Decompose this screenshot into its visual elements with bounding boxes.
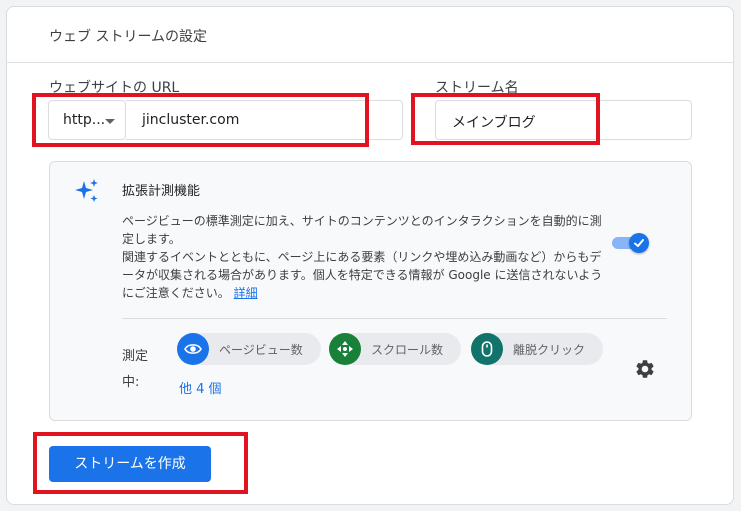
card-header: ウェブ ストリームの設定 — [7, 7, 733, 63]
chevron-down-icon — [105, 119, 115, 124]
protocol-select[interactable]: http... — [48, 100, 126, 140]
chip-label: 離脱クリック — [513, 343, 586, 357]
protocol-value: http... — [63, 112, 106, 128]
detail-link[interactable]: 詳細 — [234, 286, 258, 300]
measuring-label: 測定中: — [122, 349, 149, 390]
stream-name-input[interactable]: メインブログ — [435, 100, 692, 140]
chip-label: ページビュー数 — [219, 343, 303, 357]
sparkle-icon — [75, 179, 98, 202]
url-value: jincluster.com — [142, 112, 240, 128]
chip-page-views: ページビュー数 — [177, 333, 321, 365]
mouse-icon — [471, 333, 503, 365]
chip-scrolls: スクロール数 — [329, 333, 461, 365]
divider — [122, 318, 667, 319]
enhanced-measurement-toggle[interactable] — [612, 233, 650, 253]
stream-name-value: メインブログ — [452, 115, 536, 131]
eye-icon — [177, 333, 209, 365]
toggle-knob — [629, 233, 649, 253]
check-icon — [634, 239, 644, 247]
url-input[interactable]: jincluster.com — [126, 100, 403, 140]
stream-settings-card: ウェブ ストリームの設定 ウェブサイトの URL ストリーム名 http... … — [6, 6, 734, 505]
enhanced-measurement-description: ページビューの標準測定に加え、サイトのコンテンツとのインタラクションを自動的に測… — [122, 212, 612, 302]
enhanced-measurement-panel: 拡張計測機能 ページビューの標準測定に加え、サイトのコンテンツとのインタラクショ… — [49, 161, 692, 421]
description-text-2: 関連するイベントとともに、ページ上にある要素（リンクや埋め込み動画など）からもデ… — [122, 250, 603, 300]
description-text: ページビューの標準測定に加え、サイトのコンテンツとのインタラクションを自動的に測… — [122, 214, 602, 246]
more-events-link[interactable]: 他 4 個 — [179, 378, 222, 397]
create-stream-button[interactable]: ストリームを作成 — [49, 446, 211, 482]
enhanced-measurement-title: 拡張計測機能 — [122, 184, 201, 199]
chip-label: スクロール数 — [371, 343, 444, 357]
url-label: ウェブサイトの URL — [49, 80, 180, 96]
chip-outbound-clicks: 離脱クリック — [471, 333, 603, 365]
gear-icon[interactable] — [634, 358, 656, 380]
stream-name-label: ストリーム名 — [435, 80, 519, 96]
card-title: ウェブ ストリームの設定 — [49, 29, 208, 45]
scroll-icon — [329, 333, 361, 365]
